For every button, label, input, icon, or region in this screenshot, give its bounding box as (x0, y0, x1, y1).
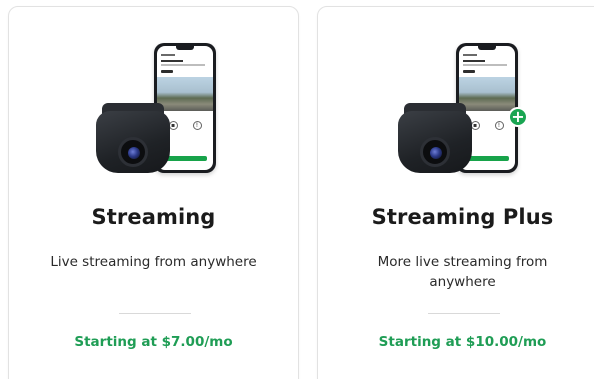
divider (428, 313, 500, 314)
plan-cards: ▪ ! Streaming Live streaming from anywhe… (0, 0, 594, 379)
dashcam-image (96, 103, 172, 175)
plan-description: More live streaming from anywhere (377, 254, 548, 290)
plan-price: Starting at $7.00/mo (74, 334, 233, 350)
plan-price: Starting at $10.00/mo (378, 334, 547, 350)
plan-description: Live streaming from anywhere (50, 254, 257, 270)
alert-icon: ! (192, 120, 202, 130)
divider (119, 313, 191, 314)
product-image: ▪ ! + (318, 7, 594, 187)
dashcam-image (398, 103, 474, 175)
plan-title: Streaming (91, 205, 216, 229)
product-image: ▪ ! (9, 7, 298, 187)
alert-icon: ! (494, 120, 504, 130)
plan-title: Streaming Plus (371, 205, 554, 229)
plan-card-streaming[interactable]: ▪ ! Streaming Live streaming from anywhe… (8, 6, 299, 379)
plan-card-streaming-plus[interactable]: ▪ ! + Streaming Plus More live streaming… (317, 6, 594, 379)
plus-icon: + (508, 107, 528, 127)
